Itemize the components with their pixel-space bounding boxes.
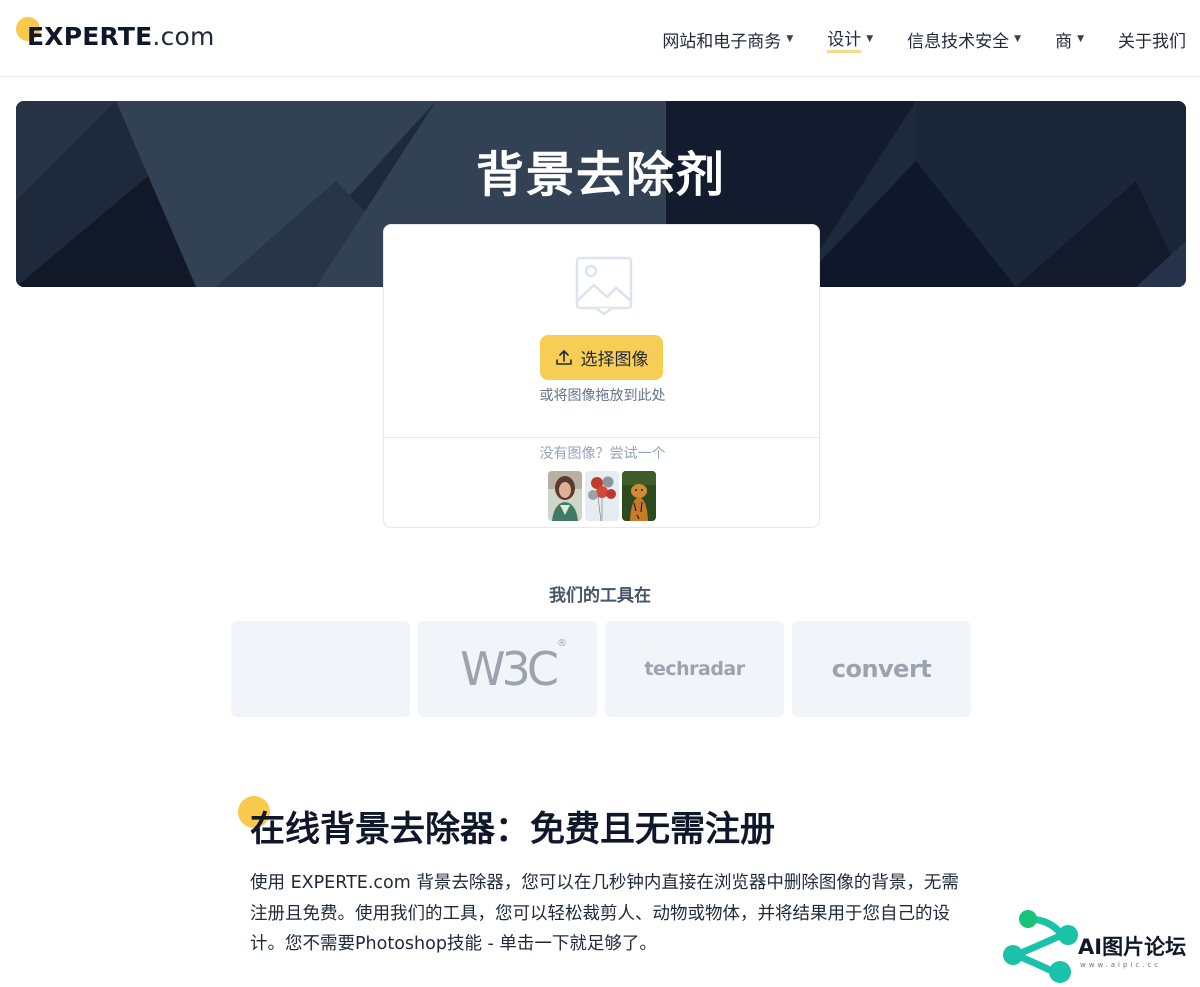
featured-logos: W3C ® techradar convert (231, 621, 971, 717)
featured-logo-convert: convert (792, 621, 971, 717)
nav-item-business[interactable]: 商 ▼ (1055, 27, 1084, 52)
techradar-logo: techradar (644, 658, 745, 680)
watermark-url: www.aipic.cc (1080, 961, 1162, 969)
caret-down-icon: ▼ (786, 34, 794, 44)
watermark-network-icon (1003, 910, 1078, 983)
upload-card[interactable]: 选择图像 或将图像拖放到此处 没有图像？尝试一个 (383, 224, 820, 528)
sample-images (548, 471, 656, 521)
try-sample-hint: 没有图像？尝试一个 (539, 446, 666, 462)
site-logo[interactable]: EXPERTE.com (16, 16, 216, 60)
caret-down-icon: ▼ (1077, 34, 1084, 44)
nav-item-it-security[interactable]: 信息技术安全 ▼ (907, 27, 1021, 52)
article-title: 在线背景去除器：免费且无需注册 (250, 810, 776, 850)
drop-hint: 或将图像拖放到此处 (539, 388, 666, 404)
divider (384, 437, 819, 438)
sample-image-balloons[interactable] (585, 471, 619, 521)
nav-label: 关于我们 (1118, 31, 1186, 52)
watermark-logo: AI图片论坛 www.aipic.cc (1000, 905, 1200, 987)
logo-text: EXPERTE.com (27, 22, 215, 51)
caret-down-icon: ▼ (866, 34, 874, 44)
featured-logo-w3c: W3C ® (418, 621, 597, 717)
site-header: EXPERTE.com 网站和电子商务 ▼ 设计 ▼ 信息技术安全 ▼ 商 ▼ … (0, 0, 1200, 77)
nav-label: 信息技术安全 (907, 31, 1010, 52)
watermark-text: AI图片论坛 (1078, 935, 1187, 959)
main-nav: 网站和电子商务 ▼ 设计 ▼ 信息技术安全 ▼ 商 ▼ 关于我们 (628, 25, 1186, 53)
sample-image-portrait[interactable] (548, 471, 582, 521)
convert-logo: convert (831, 655, 932, 683)
nav-item-about-us[interactable]: 关于我们 (1118, 27, 1186, 52)
nav-label: 设计 (827, 25, 862, 53)
sample-image-tiger[interactable] (622, 471, 656, 521)
nav-item-websites-ecommerce[interactable]: 网站和电子商务 ▼ (662, 27, 793, 52)
choose-image-button[interactable]: 选择图像 (540, 335, 663, 380)
featured-logo-techradar: techradar (605, 621, 784, 717)
upload-icon (555, 349, 572, 365)
choose-image-label: 选择图像 (580, 350, 649, 370)
caret-down-icon: ▼ (1014, 34, 1022, 44)
w3c-logo: W3C ® (460, 638, 567, 696)
featured-title: 我们的工具在 (549, 586, 651, 606)
nav-label: 商 (1055, 31, 1073, 52)
article-body: 使用 EXPERTE.com 背景去除器，您可以在几秒钟内直接在浏览器中删除图像… (250, 873, 959, 954)
nav-item-design[interactable]: 设计 ▼ (827, 25, 873, 53)
nav-label: 网站和电子商务 (662, 31, 782, 52)
image-placeholder-icon (575, 256, 633, 315)
hero-title: 背景去除剂 (475, 147, 726, 203)
featured-logo-blank (231, 621, 410, 717)
